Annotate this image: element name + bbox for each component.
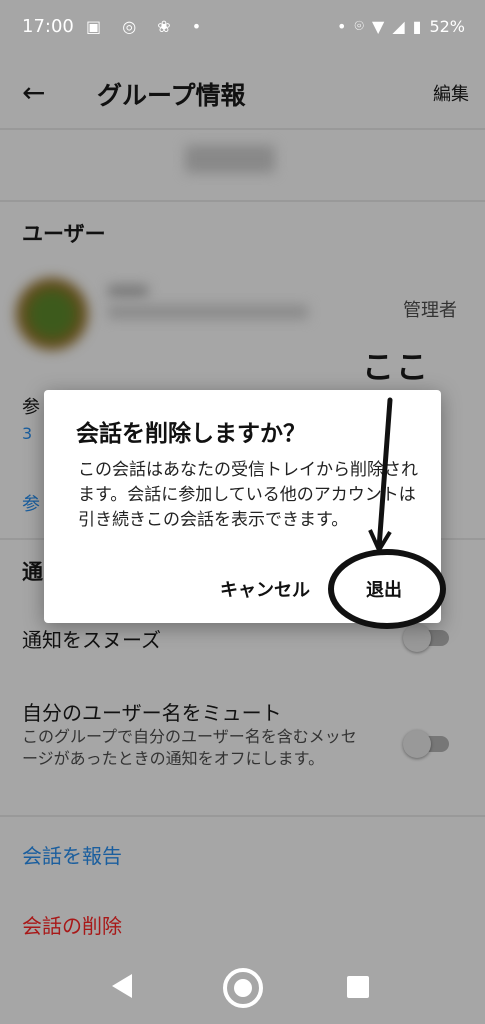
annotation-arrow-icon: [328, 397, 446, 629]
